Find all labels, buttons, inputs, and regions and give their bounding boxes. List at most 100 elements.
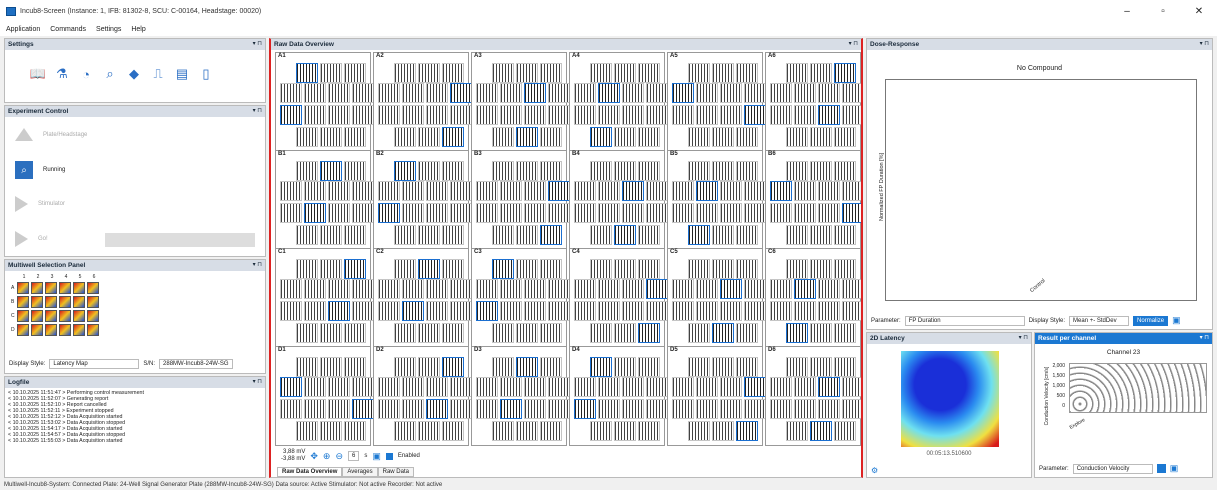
electrode-trace[interactable]: [280, 83, 302, 103]
electrode-trace[interactable]: [352, 203, 374, 223]
well-cell[interactable]: [17, 324, 29, 336]
electrode-trace[interactable]: [492, 161, 514, 181]
electrode-trace[interactable]: [378, 105, 400, 125]
document-icon[interactable]: ▯: [199, 66, 213, 81]
electrode-trace[interactable]: [492, 127, 514, 147]
electrode-trace[interactable]: [672, 83, 694, 103]
well-cell[interactable]: [59, 282, 71, 294]
electrode-trace[interactable]: [328, 83, 350, 103]
electrode-trace[interactable]: [352, 279, 374, 299]
pin-icon[interactable]: ▾ ⊓: [253, 39, 262, 50]
electrode-trace[interactable]: [402, 279, 424, 299]
electrode-trace[interactable]: [598, 399, 620, 419]
electrode-trace[interactable]: [548, 399, 570, 419]
electrode-trace[interactable]: [540, 161, 562, 181]
pin-icon[interactable]: ▾ ⊓: [253, 377, 262, 388]
electrode-trace[interactable]: [712, 63, 734, 83]
electrode-trace[interactable]: [810, 421, 832, 441]
electrode-trace[interactable]: [500, 203, 522, 223]
save-icon[interactable]: ▣: [372, 451, 381, 462]
electrode-trace[interactable]: [810, 357, 832, 377]
electrode-trace[interactable]: [500, 105, 522, 125]
electrode-trace[interactable]: [524, 377, 546, 397]
electrode-trace[interactable]: [744, 377, 766, 397]
electrode-trace[interactable]: [548, 181, 570, 201]
electrode-trace[interactable]: [818, 105, 840, 125]
well-tile[interactable]: A3: [471, 52, 570, 152]
electrode-trace[interactable]: [450, 301, 472, 321]
electrode-trace[interactable]: [696, 105, 718, 125]
electrode-trace[interactable]: [770, 399, 792, 419]
electrode-trace[interactable]: [320, 225, 342, 245]
well-tile[interactable]: A4: [569, 52, 668, 152]
well-cell[interactable]: [59, 310, 71, 322]
electrode-trace[interactable]: [770, 181, 792, 201]
electrode-trace[interactable]: [328, 399, 350, 419]
electrode-trace[interactable]: [378, 399, 400, 419]
electrode-trace[interactable]: [418, 63, 440, 83]
electrode-trace[interactable]: [842, 279, 861, 299]
menu-commands[interactable]: Commands: [50, 26, 86, 33]
electrode-trace[interactable]: [394, 161, 416, 181]
electrode-trace[interactable]: [736, 161, 758, 181]
electrode-trace[interactable]: [696, 83, 718, 103]
electrode-trace[interactable]: [720, 105, 742, 125]
electrode-trace[interactable]: [516, 63, 538, 83]
electrode-trace[interactable]: [296, 161, 318, 181]
electrode-trace[interactable]: [622, 83, 644, 103]
electrode-trace[interactable]: [516, 259, 538, 279]
well-cell[interactable]: [87, 282, 99, 294]
electrode-trace[interactable]: [524, 83, 546, 103]
electrode-trace[interactable]: [688, 421, 710, 441]
electrode-trace[interactable]: [426, 377, 448, 397]
electrode-trace[interactable]: [810, 161, 832, 181]
well-tile[interactable]: D3: [471, 346, 570, 446]
electrode-trace[interactable]: [614, 225, 636, 245]
menu-help[interactable]: Help: [131, 26, 145, 33]
electrode-trace[interactable]: [328, 105, 350, 125]
electrode-trace[interactable]: [720, 399, 742, 419]
electrode-trace[interactable]: [442, 161, 464, 181]
electrode-trace[interactable]: [622, 301, 644, 321]
electrode-trace[interactable]: [574, 279, 596, 299]
electrode-trace[interactable]: [818, 301, 840, 321]
electrode-trace[interactable]: [418, 421, 440, 441]
electrode-trace[interactable]: [442, 357, 464, 377]
color-button[interactable]: [1156, 464, 1166, 473]
electrode-trace[interactable]: [818, 377, 840, 397]
electrode-trace[interactable]: [720, 301, 742, 321]
electrode-trace[interactable]: [622, 279, 644, 299]
electrode-trace[interactable]: [712, 421, 734, 441]
electrode-trace[interactable]: [794, 105, 816, 125]
electrode-trace[interactable]: [770, 105, 792, 125]
electrode-trace[interactable]: [810, 323, 832, 343]
electrode-trace[interactable]: [320, 323, 342, 343]
well-tile[interactable]: D6: [765, 346, 861, 446]
well-tile[interactable]: C3: [471, 248, 570, 348]
well-cell[interactable]: [45, 324, 57, 336]
result-param-select[interactable]: Conduction Velocity: [1072, 463, 1153, 474]
electrode-trace[interactable]: [426, 83, 448, 103]
eraser-icon[interactable]: ◆: [127, 66, 141, 81]
electrode-trace[interactable]: [476, 377, 498, 397]
electrode-trace[interactable]: [786, 259, 808, 279]
electrode-trace[interactable]: [794, 181, 816, 201]
electrode-trace[interactable]: [524, 105, 546, 125]
electrode-trace[interactable]: [450, 377, 472, 397]
book-icon[interactable]: 📖: [30, 66, 46, 81]
electrode-trace[interactable]: [476, 301, 498, 321]
stimulator-row[interactable]: Stimulator: [15, 196, 65, 212]
electrode-trace[interactable]: [786, 357, 808, 377]
close-button[interactable]: ✕: [1181, 0, 1217, 22]
electrode-trace[interactable]: [818, 279, 840, 299]
electrode-trace[interactable]: [516, 357, 538, 377]
electrode-trace[interactable]: [524, 399, 546, 419]
go-row[interactable]: Go!: [15, 231, 48, 247]
well-tile[interactable]: B3: [471, 150, 570, 250]
electrode-trace[interactable]: [516, 323, 538, 343]
electrode-trace[interactable]: [426, 301, 448, 321]
save-icon[interactable]: ▣: [1170, 463, 1179, 474]
electrode-trace[interactable]: [442, 63, 464, 83]
electrode-trace[interactable]: [770, 83, 792, 103]
electrode-trace[interactable]: [834, 225, 856, 245]
